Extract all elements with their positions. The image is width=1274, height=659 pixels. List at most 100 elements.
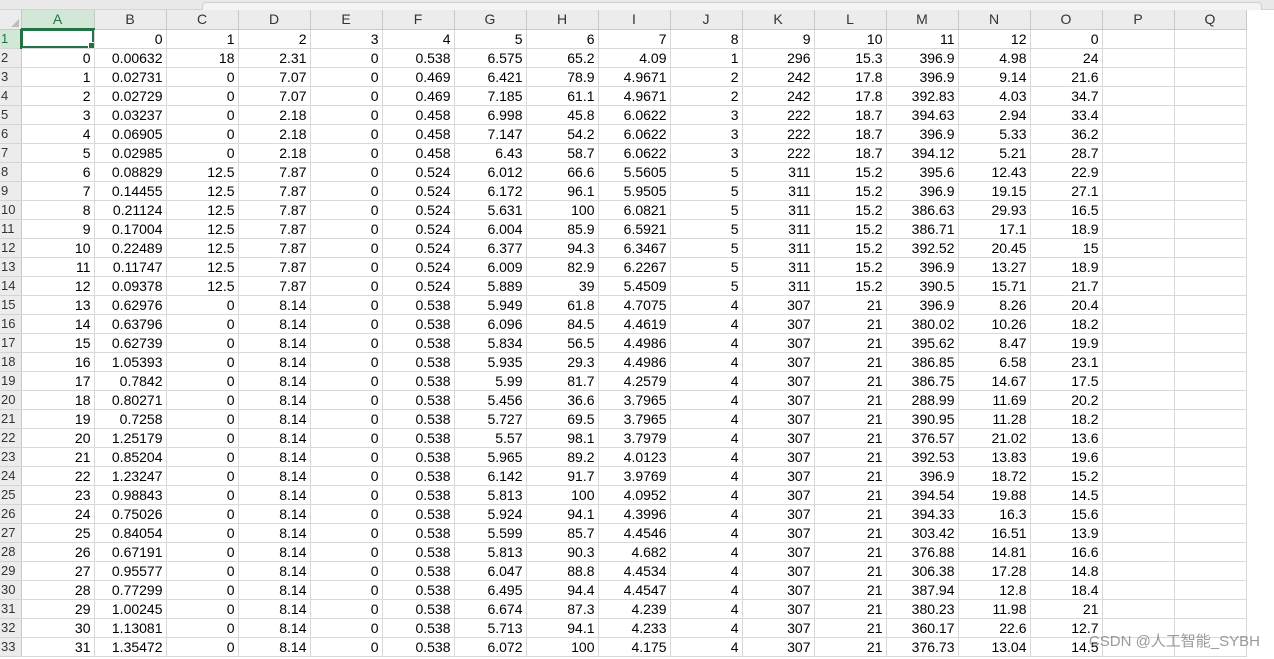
cell-n21[interactable]: 11.28 [958,409,1031,429]
cell-l13[interactable]: 15.2 [814,257,887,277]
cell-d6[interactable]: 2.18 [238,124,311,144]
cell-g23[interactable]: 5.965 [454,447,527,467]
cell-h29[interactable]: 88.8 [526,561,599,581]
cell-o17[interactable]: 19.9 [1030,333,1103,353]
cell-i21[interactable]: 3.7965 [598,409,671,429]
cell-c24[interactable]: 0 [166,466,239,486]
cell-k8[interactable]: 311 [742,162,815,182]
cell-e14[interactable]: 0 [310,276,383,296]
cell-j33[interactable]: 4 [670,637,743,657]
cell-h4[interactable]: 61.1 [526,86,599,106]
column-header-p[interactable]: P [1102,10,1175,30]
cell-q2[interactable] [1174,48,1247,68]
cell-m6[interactable]: 396.9 [886,124,959,144]
cell-c11[interactable]: 12.5 [166,219,239,239]
cell-j25[interactable]: 4 [670,485,743,505]
cell-l33[interactable]: 21 [814,637,887,657]
cell-n12[interactable]: 20.45 [958,238,1031,258]
cell-l28[interactable]: 21 [814,542,887,562]
cell-d19[interactable]: 8.14 [238,371,311,391]
cell-q12[interactable] [1174,238,1247,258]
cell-q17[interactable] [1174,333,1247,353]
cell-k4[interactable]: 242 [742,86,815,106]
row-header-10[interactable]: 10 [0,200,22,220]
cell-i33[interactable]: 4.175 [598,637,671,657]
cell-d2[interactable]: 2.31 [238,48,311,68]
cell-o30[interactable]: 18.4 [1030,580,1103,600]
cell-b30[interactable]: 0.77299 [94,580,167,600]
cell-d32[interactable]: 8.14 [238,618,311,638]
cell-n33[interactable]: 13.04 [958,637,1031,657]
column-header-l[interactable]: L [814,10,887,30]
cell-f15[interactable]: 0.538 [382,295,455,315]
cell-f13[interactable]: 0.524 [382,257,455,277]
cell-p7[interactable] [1102,143,1175,163]
cell-c33[interactable]: 0 [166,637,239,657]
cell-b11[interactable]: 0.17004 [94,219,167,239]
cell-k6[interactable]: 222 [742,124,815,144]
cell-q21[interactable] [1174,409,1247,429]
cell-e33[interactable]: 0 [310,637,383,657]
cell-a30[interactable]: 28 [21,580,95,600]
cell-m29[interactable]: 306.38 [886,561,959,581]
cell-k32[interactable]: 307 [742,618,815,638]
cell-f12[interactable]: 0.524 [382,238,455,258]
cell-h26[interactable]: 94.1 [526,504,599,524]
cell-n4[interactable]: 4.03 [958,86,1031,106]
cell-k21[interactable]: 307 [742,409,815,429]
cell-f28[interactable]: 0.538 [382,542,455,562]
cell-n20[interactable]: 11.69 [958,390,1031,410]
cell-g2[interactable]: 6.575 [454,48,527,68]
row-header-19[interactable]: 19 [0,371,22,391]
row-header-22[interactable]: 22 [0,428,22,448]
cell-l14[interactable]: 15.2 [814,276,887,296]
cell-q30[interactable] [1174,580,1247,600]
cell-b1[interactable]: 0 [94,29,167,49]
cell-k23[interactable]: 307 [742,447,815,467]
cell-g22[interactable]: 5.57 [454,428,527,448]
cell-m7[interactable]: 394.12 [886,143,959,163]
cell-m23[interactable]: 392.53 [886,447,959,467]
cell-i11[interactable]: 6.5921 [598,219,671,239]
cell-d27[interactable]: 8.14 [238,523,311,543]
cell-h33[interactable]: 100 [526,637,599,657]
cell-b12[interactable]: 0.22489 [94,238,167,258]
cell-l29[interactable]: 21 [814,561,887,581]
cell-p26[interactable] [1102,504,1175,524]
cell-b29[interactable]: 0.95577 [94,561,167,581]
cell-b7[interactable]: 0.02985 [94,143,167,163]
cell-m15[interactable]: 396.9 [886,295,959,315]
fill-handle[interactable] [87,41,93,47]
cell-j11[interactable]: 5 [670,219,743,239]
cell-i13[interactable]: 6.2267 [598,257,671,277]
cell-e27[interactable]: 0 [310,523,383,543]
cell-c27[interactable]: 0 [166,523,239,543]
cell-m11[interactable]: 386.71 [886,219,959,239]
cell-o27[interactable]: 13.9 [1030,523,1103,543]
cell-i8[interactable]: 5.5605 [598,162,671,182]
cell-i10[interactable]: 6.0821 [598,200,671,220]
cell-i30[interactable]: 4.4547 [598,580,671,600]
cell-h15[interactable]: 61.8 [526,295,599,315]
cell-h21[interactable]: 69.5 [526,409,599,429]
cell-j16[interactable]: 4 [670,314,743,334]
cell-g6[interactable]: 7.147 [454,124,527,144]
cell-j27[interactable]: 4 [670,523,743,543]
cell-e1[interactable]: 3 [310,29,383,49]
cell-k26[interactable]: 307 [742,504,815,524]
cell-o20[interactable]: 20.2 [1030,390,1103,410]
cell-a6[interactable]: 4 [21,124,95,144]
cell-i27[interactable]: 4.4546 [598,523,671,543]
cell-b26[interactable]: 0.75026 [94,504,167,524]
cell-n26[interactable]: 16.3 [958,504,1031,524]
cell-n18[interactable]: 6.58 [958,352,1031,372]
cell-l31[interactable]: 21 [814,599,887,619]
column-header-h[interactable]: H [526,10,599,30]
row-header-4[interactable]: 4 [0,86,22,106]
cell-q25[interactable] [1174,485,1247,505]
cell-o12[interactable]: 15 [1030,238,1103,258]
cell-l21[interactable]: 21 [814,409,887,429]
cell-a9[interactable]: 7 [21,181,95,201]
cell-d8[interactable]: 7.87 [238,162,311,182]
cell-h7[interactable]: 58.7 [526,143,599,163]
